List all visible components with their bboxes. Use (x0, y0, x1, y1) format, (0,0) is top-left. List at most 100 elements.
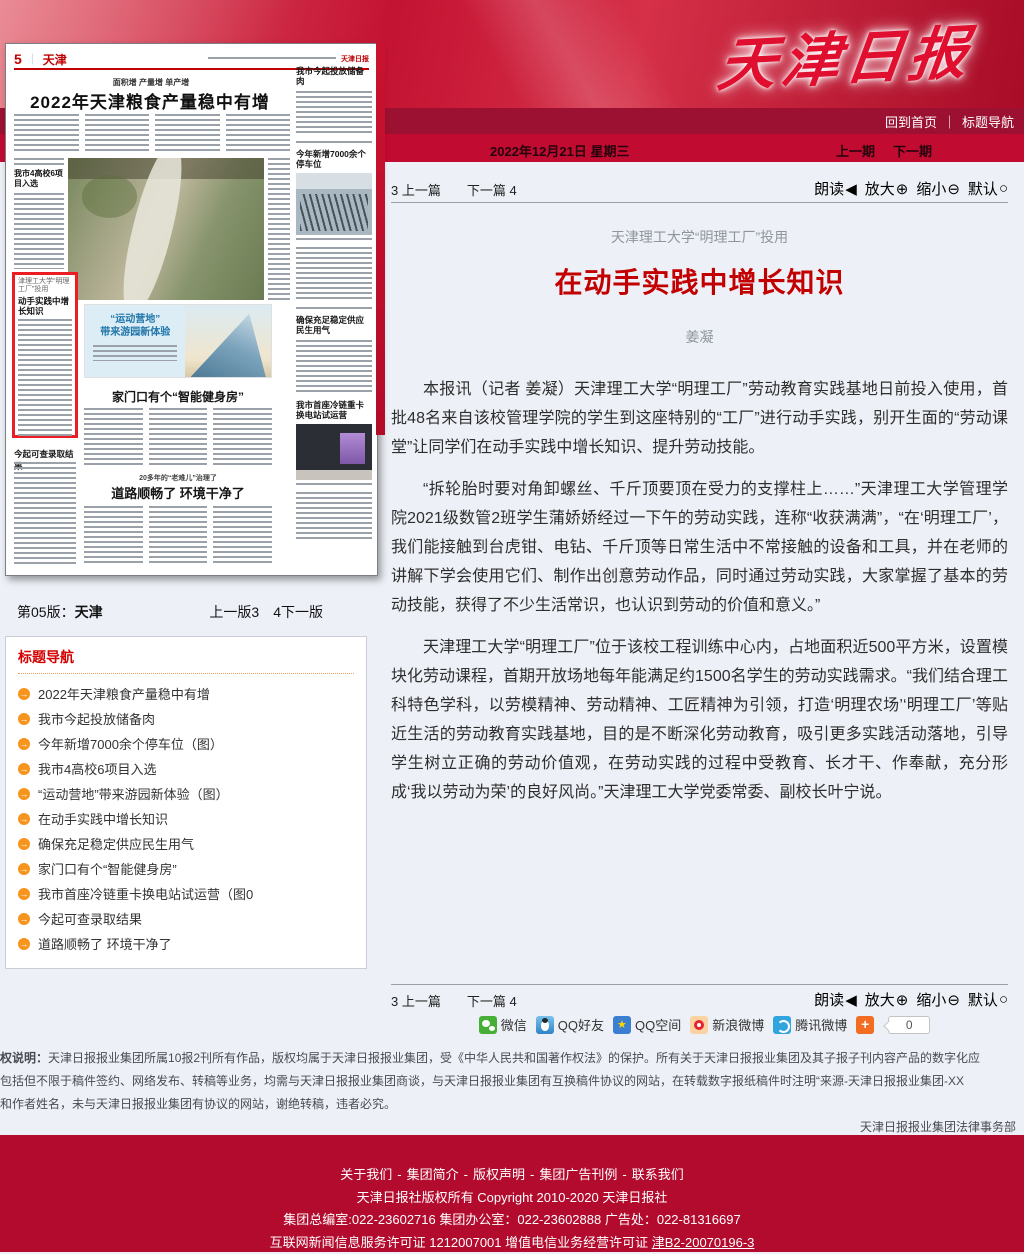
title-nav-item[interactable]: →今起可查录取结果 (18, 906, 354, 931)
title-nav-item[interactable]: →我市4高校6项目入选 (18, 756, 354, 781)
title-nav-item-label: 我市首座冷链重卡换电站试运营（图0 (38, 884, 253, 903)
highlighted-article-box: 津理工大学“明理工厂”投用 动手实践中增长知识 (12, 272, 78, 438)
read-aloud-button[interactable]: 朗读◀ (814, 989, 857, 1010)
footer-link-group-intro[interactable]: 集团简介 (407, 1167, 459, 1182)
paper-kicker: 面积增 产量增 单产增 (46, 77, 256, 88)
title-nav-link[interactable]: 标题导航 (962, 112, 1014, 131)
footer-link-ads[interactable]: 集团广告刊例 (539, 1167, 617, 1182)
prev-edition-link[interactable]: 上一版3 (209, 602, 259, 622)
placeholder-text-lines (14, 114, 290, 154)
sport-camp-text: “运动营地” 带来游园新体验 (85, 305, 185, 377)
qq-icon (536, 1016, 554, 1034)
title-nav-item[interactable]: →确保充足稳定供应民生用气 (18, 831, 354, 856)
title-nav-item[interactable]: →道路顺畅了 环境干净了 (18, 931, 354, 956)
paper-masthead-divider: ｜ (27, 51, 38, 67)
next-article-link[interactable]: 下一篇 4 (467, 180, 517, 199)
default-size-button[interactable]: 默认○ (968, 989, 1008, 1010)
article-paragraph: 天津理工大学“明理工厂”位于该校工程训练中心内，占地面积近500平方米，设置模块… (391, 633, 1008, 807)
footer-link-about[interactable]: 关于我们 (340, 1167, 392, 1182)
newspaper-page-thumbnail[interactable]: 5 ｜ 天津 天津日报 面积增 产量增 单产增 2022年天津粮食产量稳中有增 … (5, 43, 378, 576)
read-aloud-button[interactable]: 朗读◀ (814, 178, 857, 199)
title-nav-item-label: 今起可查录取结果 (38, 909, 142, 928)
qzone-star-icon: ★ (613, 1016, 631, 1034)
copyright-disclaimer: 权说明：天津日报报业集团所属10报2刊所有作品，版权均属于天津日报报业集团，受《… (0, 1040, 1024, 1135)
next-edition-link[interactable]: 4下一版 (273, 602, 323, 622)
disclaimer-line: 包括但不限于稿件签约、网络发布、转稿等业务，均需与天津日报报业集团商谈，与天津日… (0, 1070, 1024, 1093)
footer-license-row: 互联网新闻信息服务许可证 1212007001 增值电信业务经营许可证 津B2-… (0, 1232, 1024, 1254)
footer-links-row: 关于我们-集团简介-版权声明-集团广告刊例-联系我们 (0, 1164, 1024, 1187)
speaker-icon: ◀ (845, 180, 857, 198)
placeholder-text-lines (14, 193, 64, 269)
placeholder-text-lines (18, 319, 72, 437)
zoom-in-button[interactable]: 放大⊕ (865, 178, 909, 199)
top-nav-separator: ｜ (943, 112, 956, 131)
disclaimer-line: 和作者姓名，未与天津日报报业集团有协议的网站，谢绝转稿，违者必究。 (0, 1093, 1024, 1116)
edition-nav: 第05版：天津 上一版3 4下一版 (5, 602, 335, 622)
charging-station-photo (296, 424, 372, 480)
paper-red-edge (376, 43, 385, 435)
share-qq-button[interactable]: QQ好友 (536, 1015, 604, 1034)
wechat-icon (479, 1016, 497, 1034)
arrow-bullet-icon: → (18, 788, 30, 800)
next-article-link[interactable]: 下一篇 4 (467, 991, 517, 1010)
footer-link-copyright[interactable]: 版权声明 (473, 1167, 525, 1182)
article-paragraph: “拆轮胎时要对角卸螺丝、千斤顶要顶在受力的支撑柱上……”天津理工大学管理学院20… (391, 475, 1008, 620)
footer-license-link[interactable]: 津B2-20070196-3 (652, 1235, 755, 1250)
footer-license-text: 互联网新闻信息服务许可证 1212007001 增值电信业务经营许可证 (270, 1235, 652, 1250)
share-qzone-button[interactable]: ★QQ空间 (613, 1015, 681, 1034)
page-footer: 关于我们-集团简介-版权声明-集团广告刊例-联系我们 天津日报社版权所有 Cop… (0, 1135, 1024, 1252)
placeholder-text-lines (296, 483, 372, 487)
default-size-button[interactable]: 默认○ (968, 178, 1008, 199)
arrow-bullet-icon: → (18, 738, 30, 750)
disclaimer-line: 权说明：天津日报报业集团所属10报2刊所有作品，版权均属于天津日报报业集团，受《… (0, 1047, 1024, 1070)
more-share-button[interactable]: + (856, 1016, 874, 1034)
footer-link-separator: - (464, 1167, 468, 1182)
title-nav-heading: 标题导航 (18, 647, 354, 674)
placeholder-text-lines (296, 340, 372, 394)
title-nav-item-label: 我市今起投放储备肉 (38, 709, 155, 728)
footer-copyright: 天津日报社版权所有 Copyright 2010-2020 天津日报社 (0, 1187, 1024, 1210)
paper-headline-camp-1: “运动营地” (85, 313, 185, 326)
title-nav-item[interactable]: →“运动营地”带来游园新体验（图） (18, 781, 354, 806)
title-nav-item-label: 2022年天津粮食产量稳中有增 (38, 684, 210, 703)
zoom-out-icon: ⊖ (947, 991, 960, 1009)
paper-headline-university: 我市4高校6项目入选 (14, 169, 64, 189)
paper-brand: 天津日报 (341, 54, 369, 64)
paper-main-headline: 2022年天津粮食产量稳中有增 (16, 88, 284, 113)
title-nav-item[interactable]: →家门口有个“智能健身房” (18, 856, 354, 881)
placeholder-text-lines (84, 506, 272, 566)
back-to-home-link[interactable]: 回到首页 (885, 112, 937, 131)
share-count[interactable]: 0 (888, 1016, 930, 1034)
highlight-title: 动手实践中增长知识 (18, 296, 72, 316)
paper-page-number: 5 (14, 51, 22, 67)
footer-link-contact[interactable]: 联系我们 (632, 1167, 684, 1182)
share-wechat-button[interactable]: 微信 (479, 1015, 527, 1034)
paper-road-kicker: 20多年的“老难儿”治理了 (84, 473, 272, 483)
placeholder-text-lines (93, 345, 177, 361)
article-paragraph: 本报讯（记者 姜凝）天津理工大学“明理工厂”劳动教育实践基地日前投入使用，首批4… (391, 375, 1008, 462)
parking-lot-photo (296, 173, 372, 235)
footer-link-separator: - (397, 1167, 401, 1182)
zoom-out-button[interactable]: 缩小⊖ (916, 178, 960, 199)
placeholder-text-lines (296, 238, 372, 242)
placeholder-text-lines (296, 307, 372, 311)
prev-article-link[interactable]: 3 上一篇 (391, 991, 441, 1010)
title-nav-item[interactable]: →我市首座冷链重卡换电站试运营（图0 (18, 881, 354, 906)
prev-issue-link[interactable]: 上一期 (836, 141, 875, 160)
next-issue-link[interactable]: 下一期 (893, 141, 932, 160)
zoom-in-button[interactable]: 放大⊕ (865, 989, 909, 1010)
sport-camp-card: “运动营地” 带来游园新体验 (84, 304, 272, 378)
zoom-out-button[interactable]: 缩小⊖ (916, 989, 960, 1010)
title-nav-item[interactable]: →我市今起投放储备肉 (18, 706, 354, 731)
paper-right-column: 我市今起投放储备肉 今年新增7000余个停车位 确保充足稳定供应民生用气 我市首… (296, 66, 372, 542)
share-sina-weibo-button[interactable]: 新浪微博 (690, 1015, 764, 1034)
title-nav-item[interactable]: →今年新增7000余个停车位（图） (18, 731, 354, 756)
placeholder-text-lines (296, 492, 372, 542)
paper-headline-storage: 我市今起投放储备肉 (296, 66, 372, 86)
prev-article-link[interactable]: 3 上一篇 (391, 180, 441, 199)
default-size-icon: ○ (999, 180, 1008, 197)
title-nav-item[interactable]: →在动手实践中增长知识 (18, 806, 354, 831)
share-bar: 微信 QQ好友 ★QQ空间 新浪微博 腾讯微博 + 0 (385, 1015, 1024, 1034)
share-tencent-weibo-button[interactable]: 腾讯微博 (773, 1015, 847, 1034)
title-nav-item[interactable]: →2022年天津粮食产量稳中有增 (18, 681, 354, 706)
